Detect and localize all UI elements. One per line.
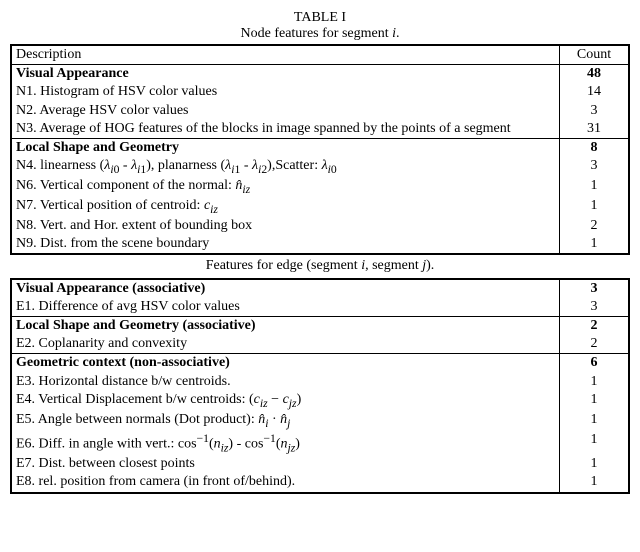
row-count: 3 [560,157,630,177]
row-count: 1 [560,391,630,411]
table-container: TABLE I Node features for segment i. Des… [10,10,630,494]
row-desc: E2. Coplanarity and convexity [11,335,560,354]
row-count: 1 [560,455,630,473]
row-desc: E5. Angle between normals (Dot product):… [11,411,560,431]
table-label: TABLE I [10,10,630,26]
row-desc: N6. Vertical component of the normal: n̂… [11,177,560,197]
row-count: 3 [560,298,630,317]
row-desc: N8. Vert. and Hor. extent of bounding bo… [11,217,560,235]
row-desc: N7. Vertical position of centroid: ciz [11,197,560,217]
row-count: 1 [560,197,630,217]
group-title: Local Shape and Geometry (associative) [11,316,560,335]
row-desc: E8. rel. position from camera (in front … [11,473,560,492]
header-description: Description [11,45,560,65]
row-count: 1 [560,473,630,492]
group-title: Geometric context (non-associative) [11,354,560,373]
row-count: 14 [560,83,630,101]
row-count: 1 [560,431,630,456]
group-title: Visual Appearance (associative) [11,279,560,298]
row-desc: N3. Average of HOG features of the block… [11,120,560,139]
row-desc: E1. Difference of avg HSV color values [11,298,560,317]
group-count: 2 [560,316,630,335]
row-desc: N4. linearness (λi0 - λi1), planarness (… [11,157,560,177]
group-count: 3 [560,279,630,298]
group-count: 8 [560,138,630,157]
header-count: Count [560,45,630,65]
row-desc: N1. Histogram of HSV color values [11,83,560,101]
row-desc: E3. Horizontal distance b/w centroids. [11,373,560,391]
row-count: 1 [560,177,630,197]
row-desc: E7. Dist. between closest points [11,455,560,473]
group-count: 48 [560,65,630,84]
group-title: Visual Appearance [11,65,560,84]
row-desc: N2. Average HSV color values [11,102,560,120]
row-desc: E4. Vertical Displacement b/w centroids:… [11,391,560,411]
row-desc: E6. Diff. in angle with vert.: cos−1(niz… [11,431,560,456]
table-caption-2: Features for edge (segment i, segment j)… [11,254,629,278]
group-title: Local Shape and Geometry [11,138,560,157]
row-count: 31 [560,120,630,139]
row-count: 1 [560,235,630,254]
group-count: 6 [560,354,630,373]
row-count: 2 [560,217,630,235]
row-count: 1 [560,373,630,391]
row-count: 2 [560,335,630,354]
row-count: 3 [560,102,630,120]
row-count: 1 [560,411,630,431]
row-desc: N9. Dist. from the scene boundary [11,235,560,254]
node-features-table: Description Count Visual Appearance 48 N… [10,44,630,494]
table-caption-1: Node features for segment i. [10,26,630,42]
